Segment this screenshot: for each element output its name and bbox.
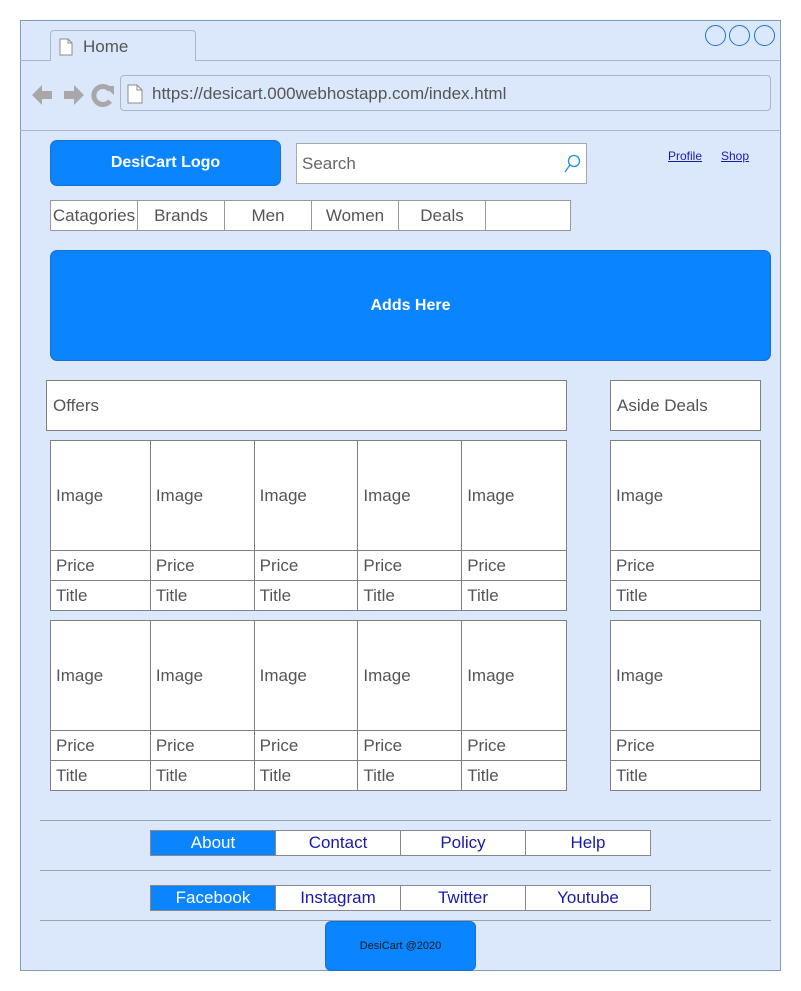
aside-title: Aside Deals	[617, 396, 708, 415]
product-grid-row-1: Image Image Image Image Image Price Pric…	[50, 440, 567, 611]
product-grid-row-2: Image Image Image Image Image Price Pric…	[50, 620, 567, 791]
product-price: Price	[50, 550, 151, 581]
aside-price: Price	[610, 730, 761, 761]
navigation-controls	[32, 84, 114, 107]
site-logo[interactable]: DesiCart Logo	[50, 140, 281, 186]
product-image[interactable]: Image	[149, 620, 255, 731]
social-links: Facebook Instagram Twitter Youtube	[150, 885, 651, 911]
url-text: https://desicart.000webhostapp.com/index…	[152, 84, 507, 103]
reload-icon[interactable]	[91, 84, 114, 107]
aside-heading: Aside Deals	[610, 380, 761, 431]
product-title[interactable]: Title	[149, 580, 255, 611]
back-arrow-icon[interactable]	[32, 85, 52, 105]
page-icon	[127, 84, 143, 104]
search-input[interactable]: Search	[296, 143, 587, 184]
social-link-facebook[interactable]: Facebook	[151, 886, 276, 910]
product-image[interactable]: Image	[461, 440, 567, 551]
category-nav: Catagories Brands Men Women Deals	[50, 200, 571, 231]
footer-link-contact[interactable]: Contact	[276, 831, 401, 855]
nav-item-deals[interactable]: Deals	[399, 201, 486, 230]
aside-image[interactable]: Image	[610, 620, 761, 731]
product-price: Price	[149, 730, 255, 761]
product-price: Price	[253, 730, 359, 761]
chrome-divider	[20, 130, 781, 131]
tab-title: Home	[83, 37, 129, 56]
product-title[interactable]: Title	[461, 580, 567, 611]
nav-item-categories[interactable]: Catagories	[51, 201, 138, 230]
footer-divider	[40, 820, 771, 821]
product-title[interactable]: Title	[461, 760, 567, 791]
social-link-youtube[interactable]: Youtube	[526, 886, 650, 910]
product-image[interactable]: Image	[253, 440, 359, 551]
aside-title-cell[interactable]: Title	[610, 760, 761, 791]
ads-banner[interactable]: Adds Here	[50, 250, 771, 361]
window-close-button[interactable]	[754, 25, 775, 46]
copyright-badge: DesiCart @2020	[325, 921, 476, 971]
search-placeholder: Search	[302, 154, 356, 173]
product-price: Price	[461, 550, 567, 581]
document-icon	[59, 38, 73, 56]
search-icon[interactable]	[562, 153, 582, 175]
product-image[interactable]: Image	[357, 440, 463, 551]
nav-item-women[interactable]: Women	[312, 201, 399, 230]
shop-link[interactable]: Shop	[721, 149, 749, 163]
product-title[interactable]: Title	[50, 760, 151, 791]
product-price: Price	[50, 730, 151, 761]
product-image[interactable]: Image	[357, 620, 463, 731]
browser-tab-home[interactable]: Home	[50, 30, 196, 61]
product-title[interactable]: Title	[357, 760, 463, 791]
product-image[interactable]: Image	[50, 620, 151, 731]
footer-link-help[interactable]: Help	[526, 831, 650, 855]
aside-deal-item: Image Price Title	[610, 440, 761, 611]
nav-item-brands[interactable]: Brands	[138, 201, 225, 230]
product-price: Price	[357, 730, 463, 761]
product-price: Price	[461, 730, 567, 761]
product-price: Price	[357, 550, 463, 581]
product-title[interactable]: Title	[149, 760, 255, 791]
profile-link[interactable]: Profile	[668, 149, 702, 163]
aside-image[interactable]: Image	[610, 440, 761, 551]
social-link-instagram[interactable]: Instagram	[276, 886, 401, 910]
product-title[interactable]: Title	[253, 580, 359, 611]
nav-item-empty[interactable]	[486, 201, 570, 230]
social-link-twitter[interactable]: Twitter	[401, 886, 526, 910]
offers-heading: Offers	[46, 380, 567, 431]
aside-deal-item: Image Price Title	[610, 620, 761, 791]
product-title[interactable]: Title	[357, 580, 463, 611]
address-bar[interactable]: https://desicart.000webhostapp.com/index…	[120, 75, 771, 111]
product-image[interactable]: Image	[149, 440, 255, 551]
product-title[interactable]: Title	[50, 580, 151, 611]
product-image[interactable]: Image	[50, 440, 151, 551]
footer-divider	[40, 870, 771, 871]
product-image[interactable]: Image	[253, 620, 359, 731]
product-price: Price	[253, 550, 359, 581]
footer-links: About Contact Policy Help	[150, 830, 651, 856]
aside-price: Price	[610, 550, 761, 581]
window-maximize-button[interactable]	[729, 25, 750, 46]
product-price: Price	[149, 550, 255, 581]
window-minimize-button[interactable]	[705, 25, 726, 46]
product-image[interactable]: Image	[461, 620, 567, 731]
footer-link-policy[interactable]: Policy	[401, 831, 526, 855]
footer-link-about[interactable]: About	[151, 831, 276, 855]
aside-title-cell[interactable]: Title	[610, 580, 761, 611]
nav-item-men[interactable]: Men	[225, 201, 312, 230]
product-title[interactable]: Title	[253, 760, 359, 791]
offers-title: Offers	[53, 396, 99, 415]
forward-arrow-icon[interactable]	[64, 85, 84, 105]
